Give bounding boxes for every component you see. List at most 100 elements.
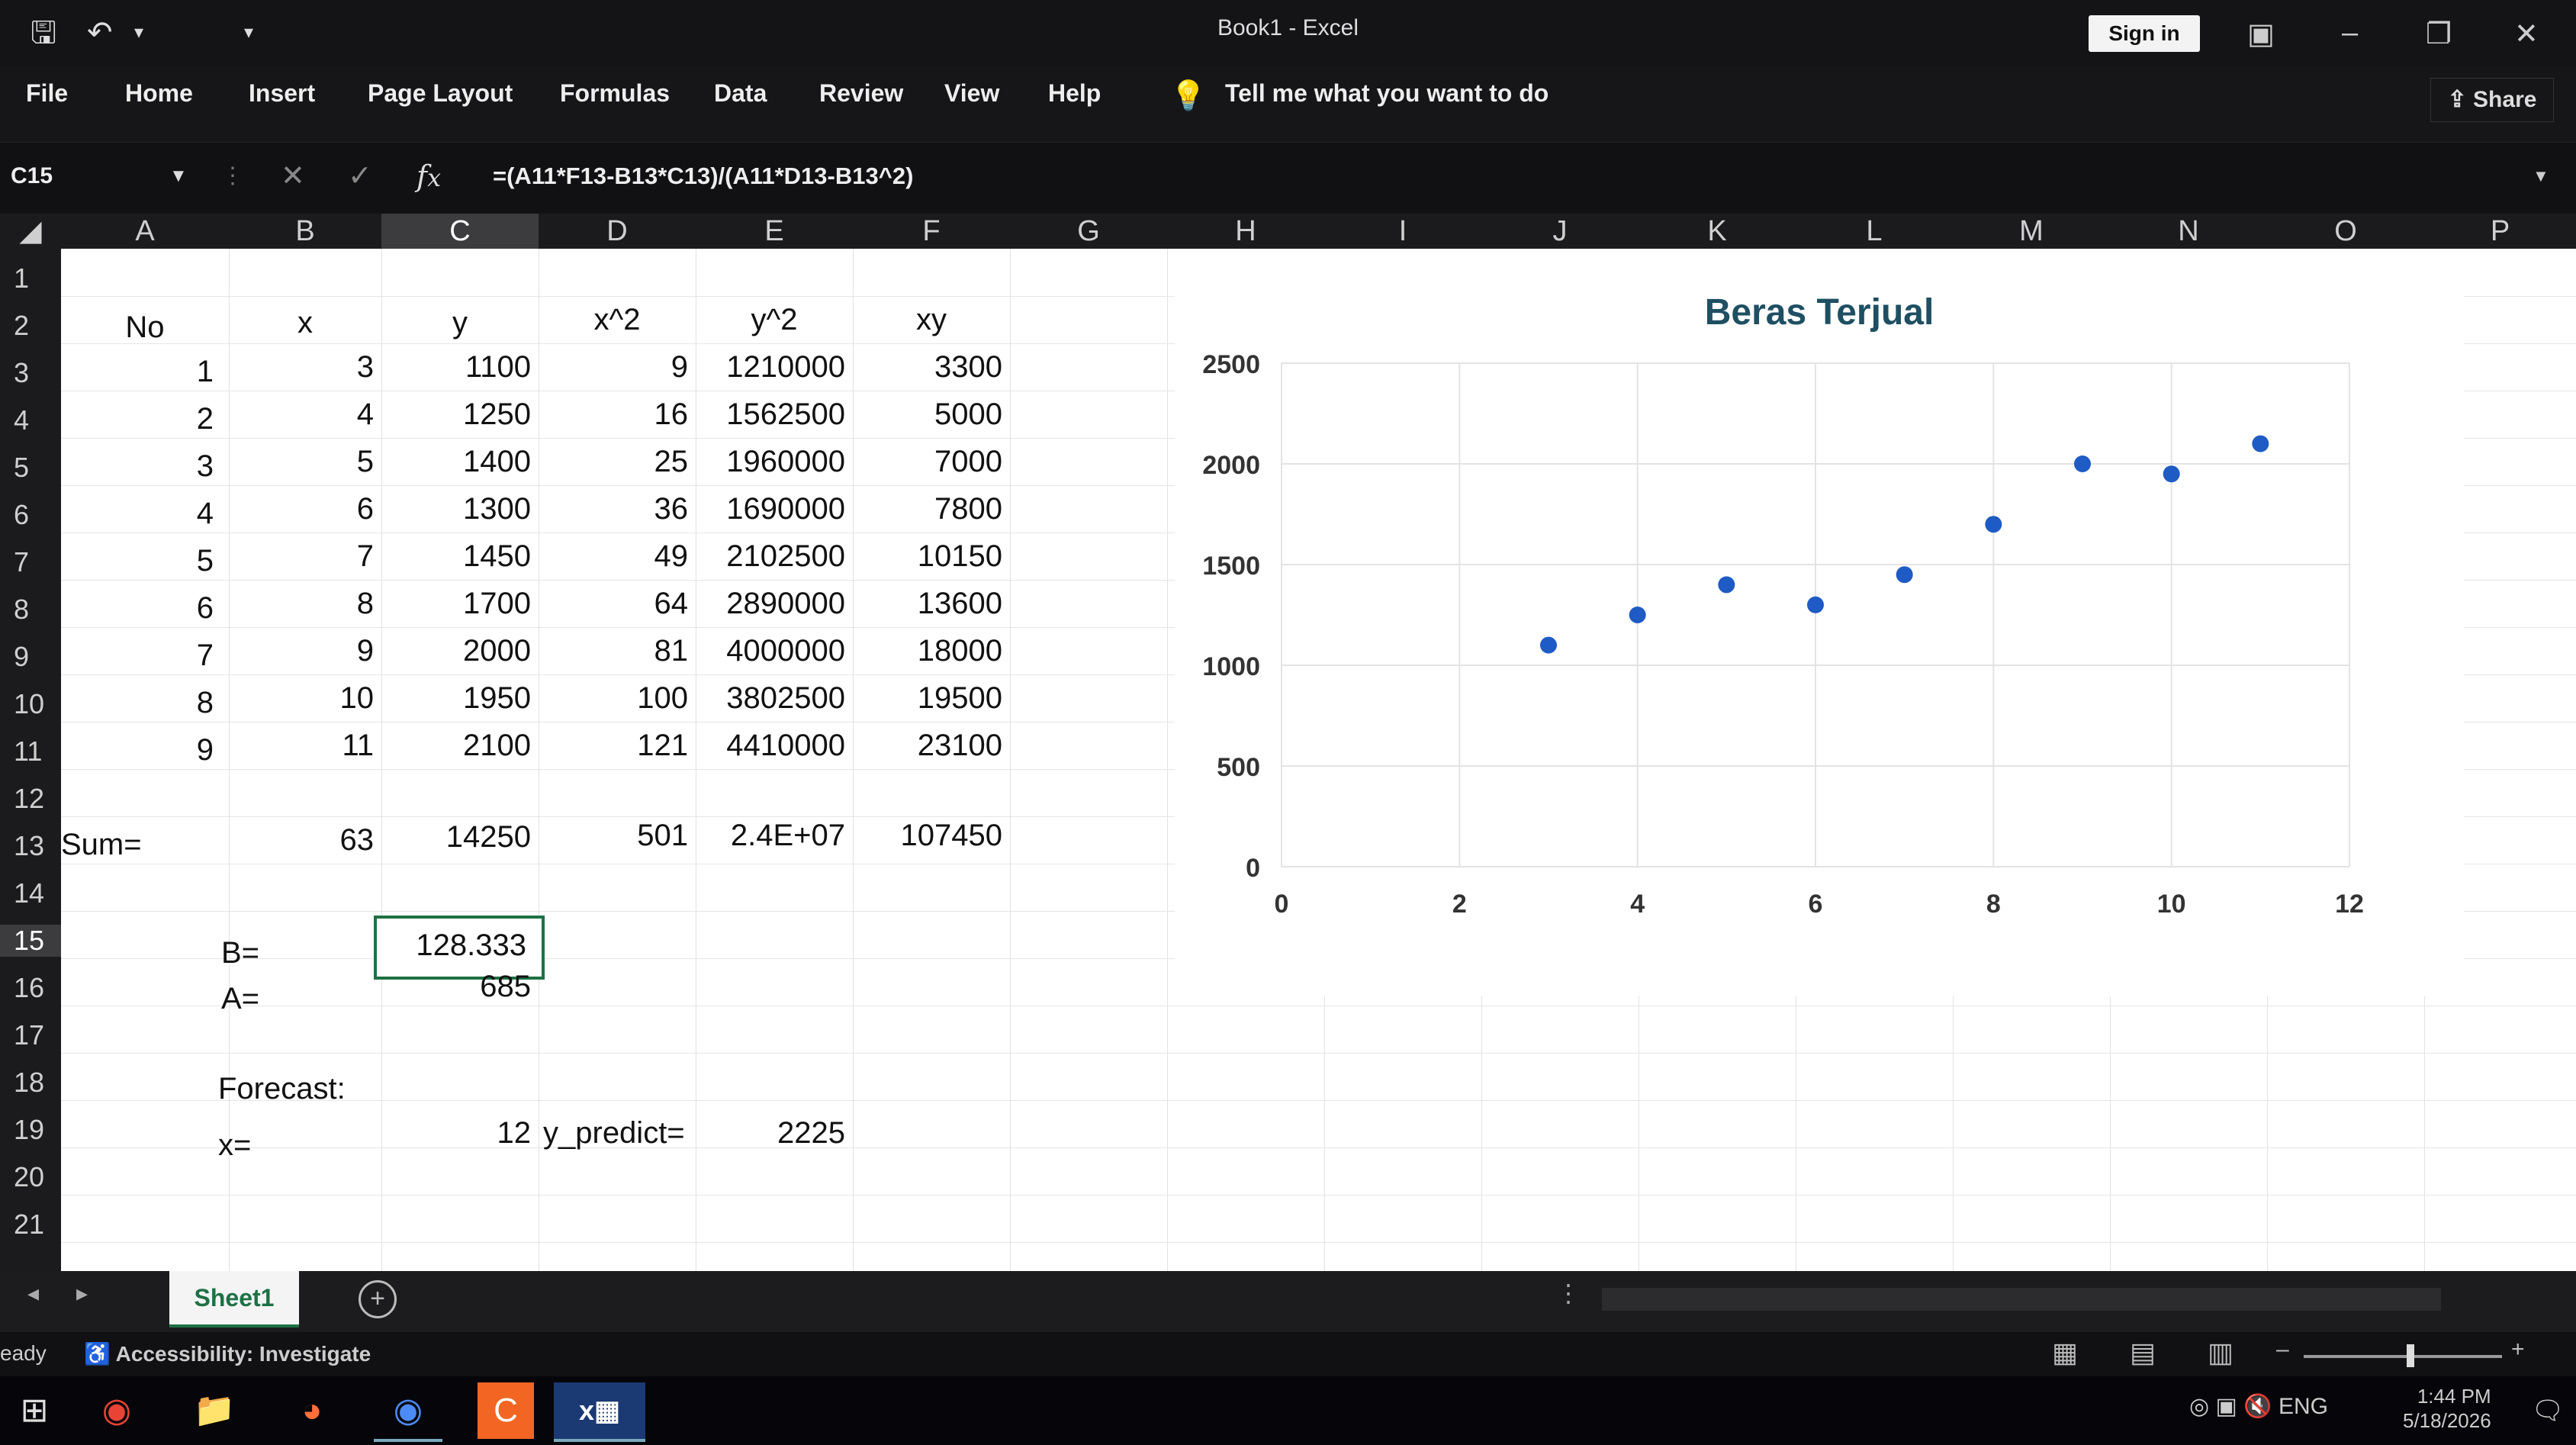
cell-d6[interactable]: 36 xyxy=(539,485,689,533)
cell-d8[interactable]: 64 xyxy=(539,580,689,627)
cell-c9[interactable]: 2000 xyxy=(381,627,531,674)
cell-b15[interactable]: B= xyxy=(221,929,374,977)
cell-d4[interactable]: 16 xyxy=(539,391,689,438)
cell-e4[interactable]: 1562500 xyxy=(696,391,845,438)
network-icon[interactable]: ▣ xyxy=(2216,1394,2237,1419)
zoom-slider-thumb[interactable] xyxy=(2407,1344,2414,1367)
worksheet-grid[interactable]: No x y x^2 y^2 xy 1 3 1100 9 1210000 330… xyxy=(61,249,2576,1271)
cell-d7[interactable]: 49 xyxy=(539,533,689,580)
cell-f13[interactable]: 107450 xyxy=(853,812,1002,859)
page-layout-view-icon[interactable]: ▤ xyxy=(2130,1337,2156,1369)
cell-f7[interactable]: 10150 xyxy=(853,533,1002,580)
zoom-out-icon[interactable]: – xyxy=(2276,1337,2289,1363)
cell-f3[interactable]: 3300 xyxy=(853,343,1002,391)
cell-a8[interactable]: 6 xyxy=(61,584,214,632)
tab-help[interactable]: Help xyxy=(1048,79,1101,108)
resize-handle-icon[interactable]: ⋮ xyxy=(221,153,244,199)
cancel-icon[interactable]: ✕ xyxy=(281,153,305,199)
cell-e6[interactable]: 1690000 xyxy=(696,485,845,533)
app-icon[interactable]: C xyxy=(478,1382,534,1439)
cell-a5[interactable]: 3 xyxy=(61,443,214,490)
column-header-p[interactable]: P xyxy=(2424,214,2576,249)
sheet-tab-sheet1[interactable]: Sheet1 xyxy=(169,1271,299,1328)
cell-a11[interactable]: 9 xyxy=(61,726,214,774)
tell-me-search[interactable]: Tell me what you want to do xyxy=(1225,79,1548,108)
scroll-tabs-left-icon[interactable]: ◂ xyxy=(27,1280,39,1307)
horizontal-scrollbar[interactable] xyxy=(1602,1288,2441,1311)
cell-b10[interactable]: 10 xyxy=(229,674,375,722)
cell-a2[interactable]: No xyxy=(61,304,229,351)
scroll-tabs-right-icon[interactable]: ▸ xyxy=(76,1280,88,1307)
cell-b19[interactable]: x= xyxy=(218,1122,371,1169)
cell-c3[interactable]: 1100 xyxy=(381,343,531,391)
windows-start-icon[interactable]: ⊞ xyxy=(0,1382,69,1439)
cell-d9[interactable]: 81 xyxy=(539,627,689,674)
cell-c8[interactable]: 1700 xyxy=(381,580,531,627)
column-header-o[interactable]: O xyxy=(2267,214,2424,249)
tab-formulas[interactable]: Formulas xyxy=(560,79,670,108)
cell-e9[interactable]: 4000000 xyxy=(696,627,845,674)
cell-d11[interactable]: 121 xyxy=(539,722,688,769)
excel-icon[interactable]: x▦ xyxy=(554,1382,645,1442)
cell-b5[interactable]: 5 xyxy=(229,438,374,485)
cell-f2[interactable]: xy xyxy=(853,296,1010,343)
cell-f10[interactable]: 19500 xyxy=(853,674,1002,722)
cell-a7[interactable]: 5 xyxy=(61,537,214,584)
cell-a6[interactable]: 4 xyxy=(61,490,214,537)
column-header-m[interactable]: M xyxy=(1953,214,2110,249)
cell-a13[interactable]: Sum= xyxy=(61,821,214,868)
cell-e8[interactable]: 2890000 xyxy=(696,580,845,627)
cell-a9[interactable]: 7 xyxy=(61,632,214,679)
cell-b16[interactable]: A= xyxy=(221,975,374,1022)
cell-d2[interactable]: x^2 xyxy=(539,296,696,343)
file-explorer-icon[interactable]: 📁 xyxy=(180,1382,249,1439)
cell-e11[interactable]: 4410000 xyxy=(696,722,845,769)
cell-a3[interactable]: 1 xyxy=(61,348,214,395)
cell-d3[interactable]: 9 xyxy=(539,343,688,391)
normal-view-icon[interactable]: ▦ xyxy=(2052,1337,2078,1369)
column-header-f[interactable]: F xyxy=(853,214,1010,249)
name-box[interactable]: C15 xyxy=(11,153,194,199)
cell-e2[interactable]: y^2 xyxy=(696,296,853,343)
page-break-view-icon[interactable]: ▥ xyxy=(2208,1337,2233,1369)
cell-c4[interactable]: 1250 xyxy=(381,391,531,438)
tab-insert[interactable]: Insert xyxy=(249,79,315,108)
cell-e5[interactable]: 1960000 xyxy=(696,438,845,485)
expand-formula-icon[interactable]: ▼ xyxy=(2533,153,2549,199)
select-all-corner[interactable]: ◢ xyxy=(0,214,61,249)
column-header-d[interactable]: D xyxy=(539,214,696,249)
cell-c5[interactable]: 1400 xyxy=(381,438,531,485)
column-header-n[interactable]: N xyxy=(2110,214,2267,249)
system-tray[interactable]: ◎ ▣ 🔇 ENG xyxy=(2189,1393,2328,1420)
cell-c11[interactable]: 2100 xyxy=(381,722,531,769)
enter-check-icon[interactable]: ✓ xyxy=(348,153,372,199)
volume-icon[interactable]: 🔇 xyxy=(2243,1394,2272,1419)
column-header-h[interactable]: H xyxy=(1167,214,1324,249)
language-indicator[interactable]: ENG xyxy=(2279,1394,2328,1419)
zoom-in-icon[interactable]: + xyxy=(2511,1337,2525,1363)
tab-view[interactable]: View xyxy=(944,79,999,108)
zoom-slider[interactable] xyxy=(2304,1355,2502,1358)
tab-file[interactable]: File xyxy=(26,79,68,108)
cell-f6[interactable]: 7800 xyxy=(853,485,1002,533)
cell-c6[interactable]: 1300 xyxy=(381,485,531,533)
close-icon[interactable]: ✕ xyxy=(2514,17,2539,51)
cell-b4[interactable]: 4 xyxy=(229,391,374,438)
cell-c19[interactable]: 12 xyxy=(381,1109,532,1157)
cell-d10[interactable]: 100 xyxy=(539,674,688,722)
insert-function-icon[interactable]: fx xyxy=(416,153,441,201)
cell-d5[interactable]: 25 xyxy=(539,438,689,485)
cell-b2[interactable]: x xyxy=(229,299,381,346)
cell-c7[interactable]: 1450 xyxy=(381,533,531,580)
scatter-chart[interactable]: Beras Terjual 0 500 1000 1500 2000 2500 0 2 4 6 8 1… xyxy=(1175,249,2464,996)
chevron-down-icon[interactable]: ▼ xyxy=(169,153,188,199)
cell-b8[interactable]: 8 xyxy=(229,580,374,627)
cell-b18[interactable]: Forecast: xyxy=(218,1065,416,1112)
add-sheet-icon[interactable]: + xyxy=(359,1280,397,1318)
restore-icon[interactable]: ❐ xyxy=(2426,17,2452,51)
column-header-j[interactable]: J xyxy=(1481,214,1639,249)
cell-e19[interactable]: 2225 xyxy=(696,1109,845,1157)
cell-a4[interactable]: 2 xyxy=(61,395,214,443)
tab-split-handle-icon[interactable]: ⋮ xyxy=(1556,1279,1581,1308)
formula-input[interactable]: =(A11*F13-B13*C13)/(A11*D13-B13^2) xyxy=(493,153,913,199)
